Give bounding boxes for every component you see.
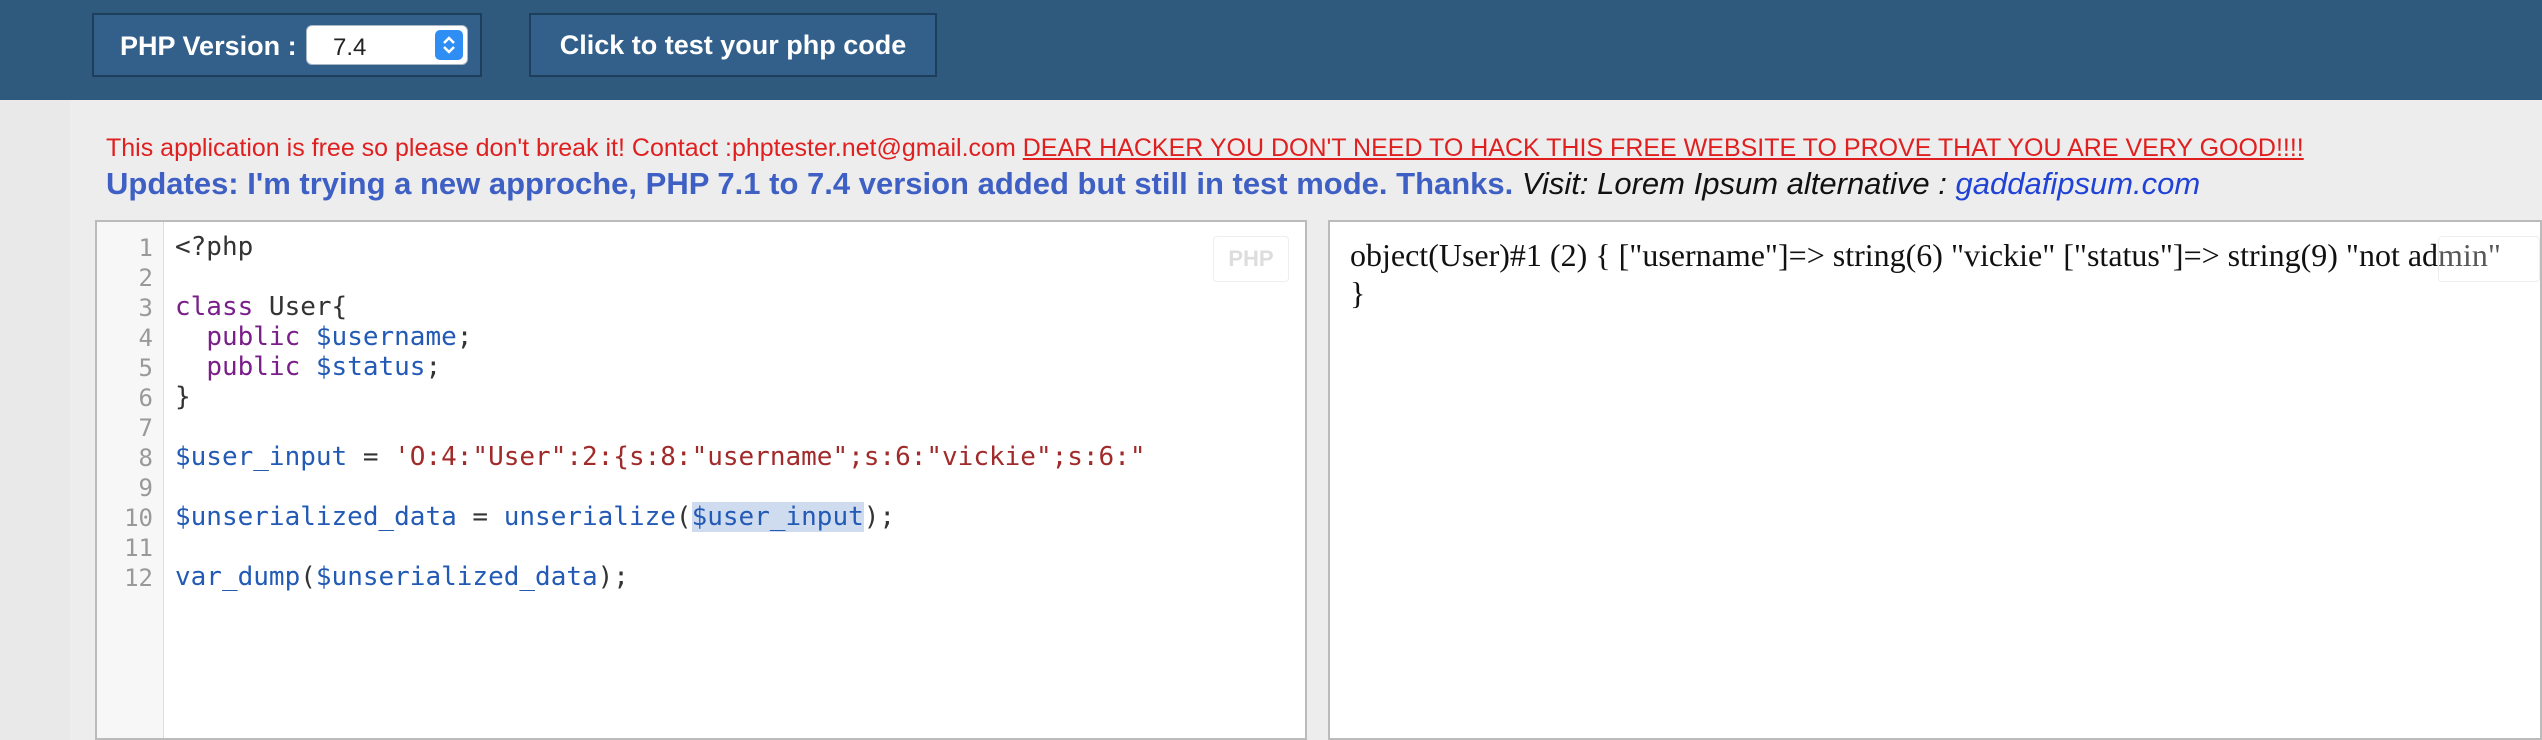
php-version-select[interactable]: 7.4 <box>306 25 468 65</box>
top-toolbar: PHP Version : 7.4 Click to test your php… <box>0 0 2542 100</box>
code-token: $unserialized_data <box>175 502 457 532</box>
code-token: $username <box>315 322 457 352</box>
code-line-12: var_dump($unserialized_data); <box>175 562 629 592</box>
code-line-1: <?php <box>175 232 253 262</box>
hacker-notice-link[interactable]: DEAR HACKER YOU DON'T NEED TO HACK THIS … <box>1023 134 2304 162</box>
code-token: public <box>206 352 301 382</box>
line-number: 9 <box>138 474 153 502</box>
line-number: 2 <box>138 264 153 292</box>
code-token: class <box>175 292 254 322</box>
code-token: = <box>456 502 504 532</box>
code-token: <?php <box>175 232 254 262</box>
code-token: = <box>347 442 395 472</box>
output-text: object(User)#1 (2) { ["username"]=> stri… <box>1350 237 2501 311</box>
line-number-gutter: 1 2 3 4 5 6 7 8 9 10 11 12 <box>97 222 164 738</box>
notice-text: This application is free so please don't… <box>106 134 1023 162</box>
output-panel: object(User)#1 (2) { ["username"]=> stri… <box>1328 220 2542 740</box>
selected-token: $user_input <box>691 502 864 532</box>
code-token: ; <box>456 322 473 352</box>
code-token: ; <box>425 352 442 382</box>
code-editor[interactable]: 1 2 3 4 5 6 7 8 9 10 11 12 <?php class U… <box>95 220 1307 740</box>
php-version-label: PHP Version : <box>120 31 297 61</box>
code-token: } <box>175 382 191 412</box>
test-php-code-button[interactable]: Click to test your php code <box>529 13 937 77</box>
code-token: unserialize <box>503 502 676 532</box>
code-token: $unserialized_data <box>315 562 598 592</box>
code-line-3: class User{ <box>175 292 347 322</box>
php-mode-badge: PHP <box>1213 236 1289 282</box>
code-line-10: $unserialized_data = unserialize($user_i… <box>175 502 895 532</box>
php-version-value: 7.4 <box>333 34 367 61</box>
updates-text: Updates: I'm trying a new approche, PHP … <box>106 166 1514 201</box>
output-options-button[interactable] <box>2438 236 2540 282</box>
code-line-5: public $status; <box>175 352 441 382</box>
code-token: ); <box>863 502 896 532</box>
code-token: ( <box>300 562 316 592</box>
updates-line: Updates: I'm trying a new approche, PHP … <box>106 166 2200 202</box>
line-number: 3 <box>138 294 153 322</box>
line-number: 12 <box>124 564 153 592</box>
gaddafipsum-link[interactable]: gaddafipsum.com <box>1956 166 2201 201</box>
code-line-6: } <box>175 382 191 412</box>
code-token: public <box>206 322 301 352</box>
chevron-updown-icon[interactable] <box>435 30 463 60</box>
code-token: var_dump <box>175 562 301 592</box>
code-token: ( <box>675 502 692 532</box>
line-number: 11 <box>124 534 153 562</box>
code-line-8: $user_input = 'O:4:"User":2:{s:8:"userna… <box>175 442 1146 472</box>
line-number: 7 <box>138 414 153 442</box>
php-version-selector: PHP Version : 7.4 <box>92 13 482 77</box>
notice-line: This application is free so please don't… <box>106 134 2304 163</box>
code-token: User{ <box>253 292 348 322</box>
visit-text: Visit: Lorem Ipsum alternative : <box>1513 166 1956 201</box>
code-token: $status <box>315 352 426 382</box>
line-number: 1 <box>138 234 153 262</box>
code-token: 'O:4:"User":2:{s:8:"username";s:6:"vicki… <box>394 442 1146 472</box>
line-number: 10 <box>124 504 153 532</box>
line-number: 8 <box>138 444 153 472</box>
line-number: 6 <box>138 384 153 412</box>
code-line-4: public $username; <box>175 322 472 352</box>
line-number: 4 <box>138 324 153 352</box>
code-token: $user_input <box>175 442 348 472</box>
line-number: 5 <box>138 354 153 382</box>
code-token: ); <box>597 562 629 592</box>
